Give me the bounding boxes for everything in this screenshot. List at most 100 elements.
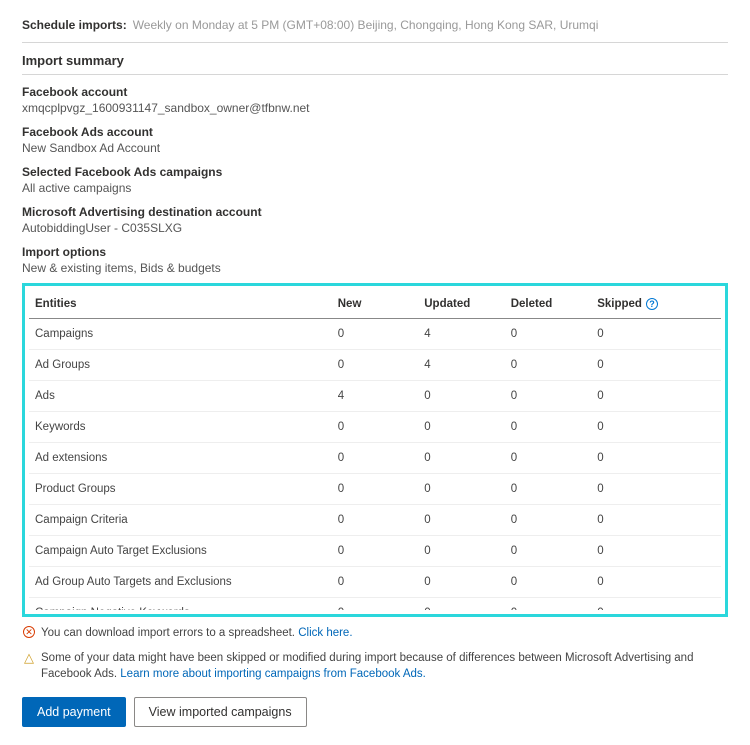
table-row: Campaign Criteria0000 xyxy=(29,505,721,536)
table-row: Ad Groups0400 xyxy=(29,350,721,381)
summary-item-value: xmqcplpvgz_1600931147_sandbox_owner@tfbn… xyxy=(22,101,728,115)
col-updated[interactable]: Updated xyxy=(418,290,504,319)
table-row: Product Groups0000 xyxy=(29,474,721,505)
summary-item-value: New Sandbox Ad Account xyxy=(22,141,728,155)
view-imported-campaigns-button[interactable]: View imported campaigns xyxy=(134,697,307,727)
cell-skipped: 0 xyxy=(591,505,721,536)
cell-skipped: 0 xyxy=(591,474,721,505)
cell-deleted: 0 xyxy=(505,474,591,505)
summary-item-value: New & existing items, Bids & budgets xyxy=(22,261,728,275)
cell-new: 4 xyxy=(332,381,418,412)
cell-entity: Campaign Negative Keywords xyxy=(29,598,332,611)
import-summary-heading: Import summary xyxy=(22,53,728,68)
cell-new: 0 xyxy=(332,567,418,598)
schedule-value: Weekly on Monday at 5 PM (GMT+08:00) Bei… xyxy=(133,18,599,32)
summary-item: Import options New & existing items, Bids… xyxy=(22,245,728,275)
col-entities[interactable]: Entities xyxy=(29,290,332,319)
summary-item: Facebook Ads account New Sandbox Ad Accou… xyxy=(22,125,728,155)
cell-entity: Campaigns xyxy=(29,319,332,350)
summary-item-key: Import options xyxy=(22,245,728,259)
cell-deleted: 0 xyxy=(505,443,591,474)
cell-updated: 0 xyxy=(418,412,504,443)
add-payment-button[interactable]: Add payment xyxy=(22,697,126,727)
summary-item: Selected Facebook Ads campaigns All activ… xyxy=(22,165,728,195)
entities-table-highlight: Entities New Updated Deleted Skipped ? C… xyxy=(22,283,728,617)
entities-table: Entities New Updated Deleted Skipped ? C… xyxy=(29,290,721,610)
download-errors-notice: ✕ You can download import errors to a sp… xyxy=(22,625,728,642)
summary-item: Microsoft Advertising destination accoun… xyxy=(22,205,728,235)
cell-updated: 0 xyxy=(418,505,504,536)
cell-updated: 4 xyxy=(418,319,504,350)
cell-new: 0 xyxy=(332,350,418,381)
cell-skipped: 0 xyxy=(591,598,721,611)
cell-updated: 0 xyxy=(418,443,504,474)
summary-item-key: Selected Facebook Ads campaigns xyxy=(22,165,728,179)
table-row: Ads4000 xyxy=(29,381,721,412)
cell-new: 0 xyxy=(332,505,418,536)
cell-new: 0 xyxy=(332,598,418,611)
learn-more-link[interactable]: Learn more about importing campaigns fro… xyxy=(120,668,426,680)
cell-updated: 0 xyxy=(418,567,504,598)
cell-skipped: 0 xyxy=(591,319,721,350)
table-row: Ad Group Auto Targets and Exclusions0000 xyxy=(29,567,721,598)
cell-entity: Ad Groups xyxy=(29,350,332,381)
cell-entity: Product Groups xyxy=(29,474,332,505)
cell-entity: Ads xyxy=(29,381,332,412)
cell-skipped: 0 xyxy=(591,350,721,381)
cell-entity: Campaign Criteria xyxy=(29,505,332,536)
schedule-row: Schedule imports: Weekly on Monday at 5 … xyxy=(22,18,728,36)
cell-skipped: 0 xyxy=(591,567,721,598)
cell-deleted: 0 xyxy=(505,505,591,536)
cell-deleted: 0 xyxy=(505,567,591,598)
cell-updated: 0 xyxy=(418,536,504,567)
cell-new: 0 xyxy=(332,536,418,567)
schedule-label: Schedule imports: xyxy=(22,18,127,32)
cell-skipped: 0 xyxy=(591,412,721,443)
cell-new: 0 xyxy=(332,443,418,474)
cell-entity: Keywords xyxy=(29,412,332,443)
cell-deleted: 0 xyxy=(505,381,591,412)
cell-updated: 0 xyxy=(418,474,504,505)
col-skipped-label: Skipped xyxy=(597,298,642,310)
cell-deleted: 0 xyxy=(505,350,591,381)
cell-deleted: 0 xyxy=(505,598,591,611)
table-row: Keywords0000 xyxy=(29,412,721,443)
divider xyxy=(22,74,728,75)
col-skipped[interactable]: Skipped ? xyxy=(591,290,721,319)
summary-item-key: Microsoft Advertising destination accoun… xyxy=(22,205,728,219)
divider xyxy=(22,42,728,43)
cell-updated: 0 xyxy=(418,598,504,611)
cell-new: 0 xyxy=(332,474,418,505)
cell-deleted: 0 xyxy=(505,412,591,443)
cell-deleted: 0 xyxy=(505,536,591,567)
table-row: Campaign Negative Keywords0000 xyxy=(29,598,721,611)
col-deleted[interactable]: Deleted xyxy=(505,290,591,319)
cell-new: 0 xyxy=(332,412,418,443)
button-row: Add payment View imported campaigns xyxy=(22,697,728,727)
table-row: Ad extensions0000 xyxy=(29,443,721,474)
cell-skipped: 0 xyxy=(591,443,721,474)
error-icon: ✕ xyxy=(23,626,35,638)
warning-icon: △ xyxy=(24,651,34,664)
help-icon[interactable]: ? xyxy=(646,298,658,310)
summary-item-value: All active campaigns xyxy=(22,181,728,195)
download-errors-text: You can download import errors to a spre… xyxy=(41,627,298,639)
table-row: Campaigns0400 xyxy=(29,319,721,350)
cell-entity: Campaign Auto Target Exclusions xyxy=(29,536,332,567)
cell-skipped: 0 xyxy=(591,381,721,412)
table-header-row: Entities New Updated Deleted Skipped ? xyxy=(29,290,721,319)
cell-deleted: 0 xyxy=(505,319,591,350)
summary-item-key: Facebook account xyxy=(22,85,728,99)
download-errors-link[interactable]: Click here. xyxy=(298,627,352,639)
cell-new: 0 xyxy=(332,319,418,350)
cell-entity: Ad Group Auto Targets and Exclusions xyxy=(29,567,332,598)
cell-entity: Ad extensions xyxy=(29,443,332,474)
col-new[interactable]: New xyxy=(332,290,418,319)
skipped-warning-notice: △ Some of your data might have been skip… xyxy=(22,650,728,683)
summary-list: Facebook account xmqcplpvgz_1600931147_sa… xyxy=(22,85,728,275)
cell-skipped: 0 xyxy=(591,536,721,567)
summary-item-key: Facebook Ads account xyxy=(22,125,728,139)
summary-item-value: AutobiddingUser - C035SLXG xyxy=(22,221,728,235)
entities-table-scroll[interactable]: Entities New Updated Deleted Skipped ? C… xyxy=(29,290,721,610)
summary-item: Facebook account xmqcplpvgz_1600931147_sa… xyxy=(22,85,728,115)
